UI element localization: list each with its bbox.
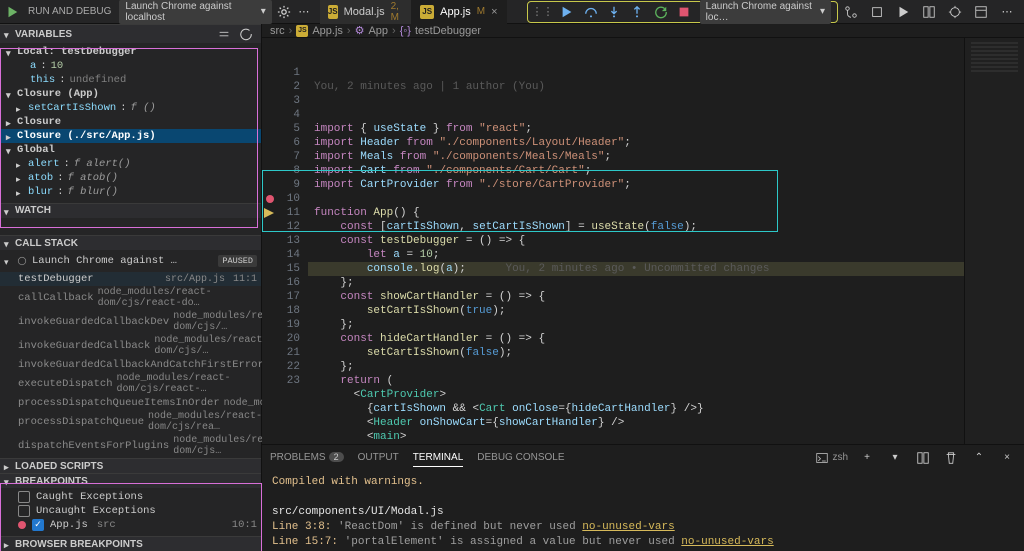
debug-toolbar: ⋮⋮ Launch Chrome against loc…▾ — [527, 1, 838, 23]
bottom-panel: PROBLEMS2 OUTPUT TERMINAL DEBUG CONSOLE … — [262, 444, 1024, 551]
callstack-frame[interactable]: processDispatchQueuenode_modules/react-d… — [0, 410, 261, 434]
split-editor-icon[interactable] — [920, 3, 938, 21]
variables-list: Local: testDebuggera: 10this: undefinedC… — [0, 43, 261, 203]
refresh-icon[interactable] — [237, 25, 255, 43]
more-icon[interactable]: ⋯ — [296, 3, 312, 21]
variable-row[interactable]: blur: f blur() — [0, 185, 261, 199]
breakpoint-uncaught-exceptions[interactable]: Uncaught Exceptions — [0, 504, 261, 518]
variable-scope[interactable]: Closure (./src/App.js) — [0, 129, 261, 143]
plus-icon[interactable]: + — [858, 449, 876, 467]
breadcrumb[interactable]: src› JS App.js› ⚙ App› {◦} testDebugger — [262, 24, 1024, 38]
launch-config-select[interactable]: Launch Chrome against localhost▾ — [119, 0, 271, 24]
section-loaded-scripts[interactable]: LOADED SCRIPTS — [0, 458, 261, 473]
run-file-icon[interactable] — [894, 3, 912, 21]
tab-modal-js[interactable]: JS Modal.js 2, M — [320, 0, 412, 24]
callstack-frame[interactable]: invokeGuardedCallbacknode_modules/react-… — [0, 334, 261, 358]
maximize-panel-icon[interactable]: ⌃ — [970, 449, 988, 467]
panel-tab-terminal[interactable]: TERMINAL — [413, 449, 464, 467]
callstack-frame[interactable]: callCallbacknode_modules/react-dom/cjs/r… — [0, 286, 261, 310]
debug-session-icon — [16, 252, 28, 270]
editor-actions: ⋯ — [842, 3, 1016, 21]
terminal-output[interactable]: Compiled with warnings. src/components/U… — [262, 471, 1024, 551]
callstack-frame[interactable]: testDebuggersrc/App.js11:1 — [0, 272, 261, 286]
trash-icon[interactable] — [942, 449, 960, 467]
step-into-icon[interactable] — [606, 3, 621, 21]
variable-scope[interactable]: Local: testDebugger — [0, 45, 261, 59]
editor-tabs: JS Modal.js 2, M JS App.js M × — [320, 0, 507, 24]
js-icon: JS — [328, 5, 338, 19]
variable-row[interactable]: atob: f atob() — [0, 171, 261, 185]
top-bar: RUN AND DEBUG Launch Chrome against loca… — [0, 0, 1024, 24]
section-breakpoints[interactable]: BREAKPOINTS — [0, 473, 261, 488]
tab-app-js[interactable]: JS App.js M × — [412, 0, 506, 24]
minimap[interactable] — [964, 38, 1024, 444]
blame-annotation: You, 2 minutes ago | 1 author (You) — [308, 80, 1024, 94]
checkbox[interactable] — [18, 505, 30, 517]
run-icon[interactable] — [4, 3, 20, 21]
debug-config-select[interactable]: Launch Chrome against loc…▾ — [700, 0, 831, 24]
more-editor-icon[interactable]: ⋯ — [998, 3, 1016, 21]
run-debug-label: RUN AND DEBUG — [24, 6, 115, 17]
close-icon[interactable]: × — [491, 6, 497, 18]
layout-icon[interactable] — [972, 3, 990, 21]
run-debug-icon[interactable] — [946, 3, 964, 21]
breakpoint-caught-exceptions[interactable]: Caught Exceptions — [0, 490, 261, 504]
variable-row[interactable]: this: undefined — [0, 73, 261, 87]
section-watch[interactable]: WATCH — [0, 203, 261, 218]
callstack-frame[interactable]: processDispatchQueueItemsInOrdernode_mod… — [0, 396, 261, 410]
debug-sidebar: VARIABLES Local: testDebuggera: 10this: … — [0, 24, 262, 551]
stop-icon[interactable] — [676, 3, 691, 21]
collapse-all-icon[interactable] — [215, 25, 233, 43]
drag-handle-icon[interactable]: ⋮⋮ — [534, 3, 552, 21]
breakpoint-dot-icon — [18, 521, 26, 529]
split-terminal-icon[interactable] — [914, 449, 932, 467]
continue-icon[interactable] — [560, 3, 575, 21]
step-out-icon[interactable] — [630, 3, 645, 21]
close-panel-icon[interactable]: × — [998, 449, 1016, 467]
panel-tab-output[interactable]: OUTPUT — [358, 449, 399, 466]
open-changes-icon[interactable] — [868, 3, 886, 21]
variable-scope[interactable]: Closure — [0, 115, 261, 129]
callstack-frame[interactable]: invokeGuardedCallbackDevnode_modules/rea… — [0, 310, 261, 334]
git-compare-icon[interactable] — [842, 3, 860, 21]
panel-tab-debug-console[interactable]: DEBUG CONSOLE — [477, 449, 564, 466]
line-gutter[interactable]: 1234567891011121314151617181920212223 — [262, 38, 308, 444]
chevron-down-icon[interactable]: ▾ — [886, 449, 904, 467]
variable-scope[interactable]: Closure (App) — [0, 87, 261, 101]
variable-scope[interactable]: Global — [0, 143, 261, 157]
paused-badge: PAUSED — [218, 255, 257, 267]
variable-row[interactable]: a: 10 — [0, 59, 261, 73]
checkbox[interactable] — [18, 491, 30, 503]
code-editor[interactable]: 1234567891011121314151617181920212223 Yo… — [262, 38, 1024, 444]
tab-label: Modal.js — [344, 6, 385, 18]
code-area[interactable]: You, 2 minutes ago | 1 author (You) impo… — [308, 38, 1024, 444]
section-callstack[interactable]: CALL STACK — [0, 235, 261, 250]
breakpoint-item[interactable]: App.js src 10:1 — [0, 518, 261, 532]
tab-label: App.js — [440, 6, 471, 18]
restart-icon[interactable] — [653, 3, 668, 21]
js-icon: JS — [420, 5, 434, 19]
callstack-frame[interactable]: dispatchEventsForPluginsnode_modules/rea… — [0, 434, 261, 458]
checkbox[interactable] — [32, 519, 44, 531]
variable-row[interactable]: alert: f alert() — [0, 157, 261, 171]
section-browser-breakpoints[interactable]: BROWSER BREAKPOINTS — [0, 536, 261, 551]
step-over-icon[interactable] — [583, 3, 598, 21]
callstack-frame[interactable]: executeDispatchnode_modules/react-dom/cj… — [0, 372, 261, 396]
callstack-frame[interactable]: invokeGuardedCallbackAndCatchFirstErrorn… — [0, 358, 261, 372]
section-variables[interactable]: VARIABLES — [0, 24, 261, 43]
js-icon: JS — [296, 25, 308, 37]
terminal-shell-label[interactable]: zsh — [816, 452, 848, 464]
callstack-list: Launch Chrome against localhost: React A… — [0, 250, 261, 458]
callstack-session[interactable]: Launch Chrome against localhost: React A… — [0, 250, 261, 272]
gear-icon[interactable] — [276, 3, 292, 21]
variable-row[interactable]: setCartIsShown: f () — [0, 101, 261, 115]
